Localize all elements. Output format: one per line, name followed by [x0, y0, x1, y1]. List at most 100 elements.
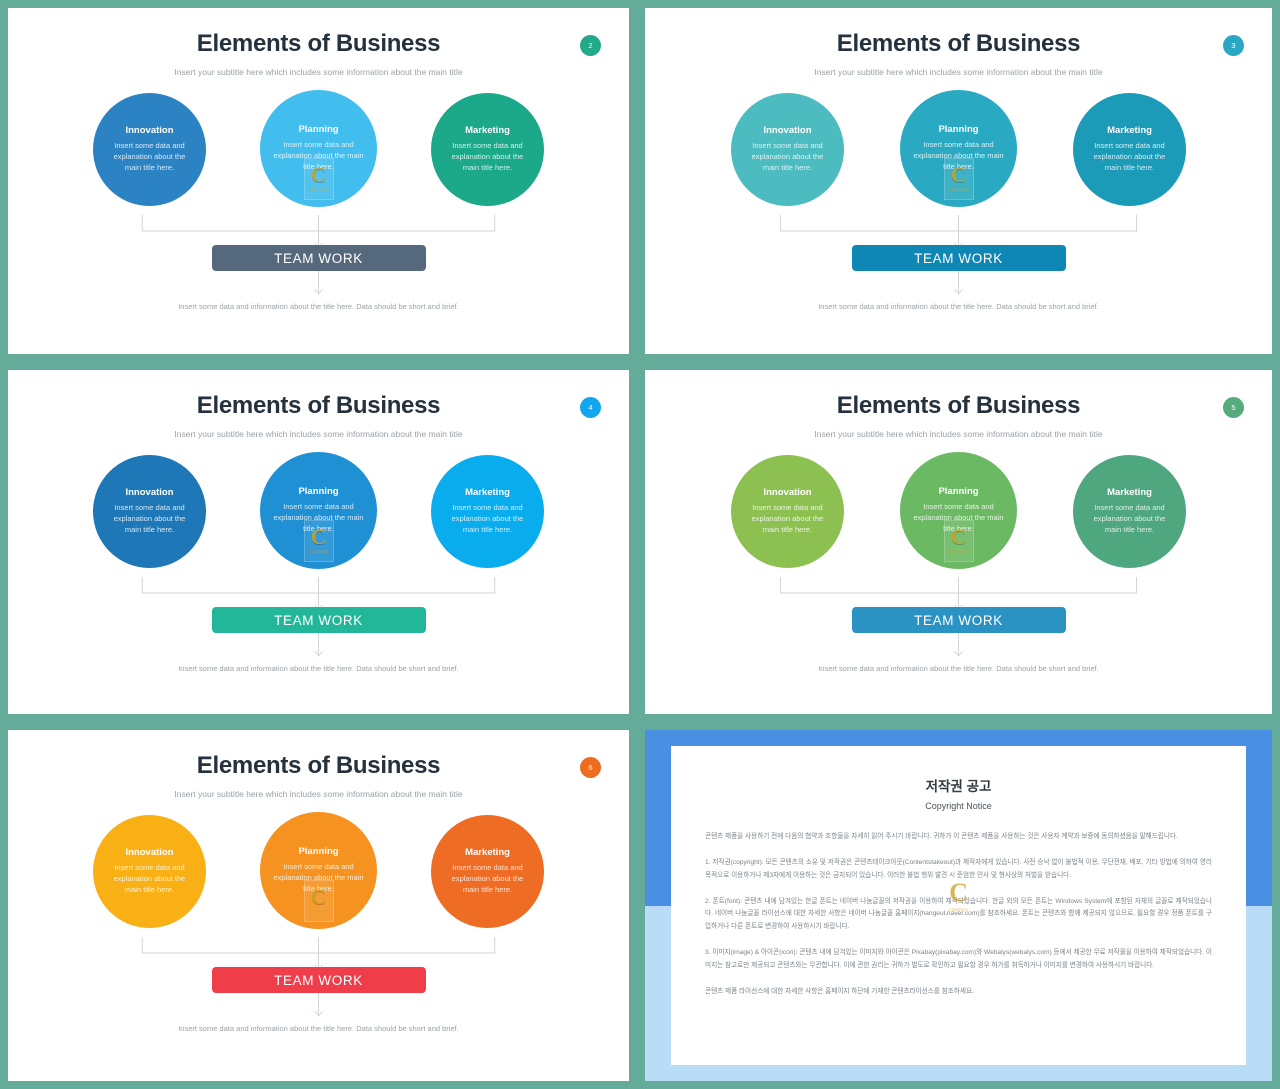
slide-cell-4[interactable]: Elements of Business Insert your subtitl…	[0, 362, 637, 722]
teamwork-bar-wrap: TEAM WORK	[645, 245, 1272, 271]
watermark-sublabel: CONTENTS	[308, 188, 329, 193]
teamwork-bar-wrap: TEAM WORK	[645, 607, 1272, 633]
copyright-paragraph-4: 3. 이미지(image) & 아이콘(icon): 콘텐츠 내에 담겨있는 이…	[705, 949, 1212, 969]
teamwork-button[interactable]: TEAM WORK	[211, 607, 426, 633]
bottom-note: Insert some data and information about t…	[178, 302, 459, 311]
copyright-subtitle: Copyright Notice	[925, 801, 992, 811]
circle-title: Planning	[298, 486, 339, 498]
page-number-badge: 4	[580, 397, 601, 418]
circle-title: Marketing	[1107, 125, 1152, 137]
circle-description: Insert some data and explanation about t…	[273, 862, 364, 893]
circle-title: Planning	[298, 124, 339, 136]
page-title: Elements of Business	[196, 392, 441, 419]
page-subtitle: Insert your subtitle here which includes…	[814, 429, 1103, 439]
circle-description: Insert some data and explanation about t…	[751, 141, 824, 172]
teamwork-button[interactable]: TEAM WORK	[211, 245, 426, 271]
circle-item-planning[interactable]: Planning Insert some data and explanatio…	[260, 90, 377, 207]
circle-item-marketing[interactable]: Marketing Insert some data and explanati…	[431, 455, 544, 568]
watermark-letter-icon: C	[949, 877, 968, 907]
slide[interactable]: Elements of Business Insert your subtitl…	[8, 8, 629, 354]
slide[interactable]: Elements of Business Insert your subtitl…	[645, 370, 1272, 714]
page-number-badge: 3	[1223, 35, 1244, 56]
teamwork-bar-wrap: TEAM WORK	[8, 245, 629, 271]
circles-row: Innovation Insert some data and explanat…	[8, 452, 629, 569]
circle-item-marketing[interactable]: Marketing Insert some data and explanati…	[431, 815, 544, 928]
circle-description: Insert some data and explanation about t…	[113, 141, 186, 172]
copyright-slide: 저작권 공고 Copyright Notice 콘텐츠 제품을 사용하기 전에 다음…	[645, 730, 1272, 1081]
circle-item-innovation[interactable]: Innovation Insert some data and explanat…	[731, 93, 844, 206]
circle-description: Insert some data and explanation about t…	[451, 141, 524, 172]
circle-description: Insert some data and explanation about t…	[273, 140, 364, 171]
copyright-slide-cell[interactable]: 저작권 공고 Copyright Notice 콘텐츠 제품을 사용하기 전에 다음…	[637, 722, 1280, 1089]
teamwork-button[interactable]: TEAM WORK	[211, 967, 426, 993]
teamwork-bar-wrap: TEAM WORK	[8, 607, 629, 633]
circle-title: Innovation	[763, 487, 812, 499]
slide-cell-5[interactable]: Elements of Business Insert your subtitl…	[637, 362, 1280, 722]
page-title: Elements of Business	[196, 30, 441, 57]
bottom-note: Insert some data and information about t…	[178, 664, 459, 673]
slide-deck-grid: Elements of Business Insert your subtitl…	[0, 0, 1280, 1089]
page-subtitle: Insert your subtitle here which includes…	[174, 429, 463, 439]
circles-row: Innovation Insert some data and explanat…	[8, 812, 629, 929]
connector-lines-lower	[8, 633, 629, 667]
teamwork-button[interactable]: TEAM WORK	[851, 245, 1066, 271]
circle-title: Planning	[938, 486, 979, 498]
connector-lines-lower	[645, 271, 1272, 305]
copyright-paper: 저작권 공고 Copyright Notice 콘텐츠 제품을 사용하기 전에 다음…	[671, 746, 1246, 1065]
bottom-note: Insert some data and information about t…	[818, 302, 1099, 311]
circle-item-planning[interactable]: Planning Insert some data and explanatio…	[260, 452, 377, 569]
slide[interactable]: Elements of Business Insert your subtitl…	[8, 370, 629, 714]
connector-lines-lower	[8, 993, 629, 1027]
circle-item-planning[interactable]: Planning Insert some data and explanatio…	[900, 90, 1017, 207]
circle-item-marketing[interactable]: Marketing Insert some data and explanati…	[1073, 455, 1186, 568]
watermark-sublabel: CONTENTS	[949, 907, 968, 912]
circle-description: Insert some data and explanation about t…	[273, 502, 364, 533]
slide[interactable]: Elements of Business Insert your subtitl…	[8, 730, 629, 1081]
circle-item-marketing[interactable]: Marketing Insert some data and explanati…	[1073, 93, 1186, 206]
circle-title: Marketing	[465, 125, 510, 137]
circle-description: Insert some data and explanation about t…	[913, 140, 1004, 171]
circle-title: Innovation	[125, 847, 174, 859]
slide-cell-6[interactable]: Elements of Business Insert your subtitl…	[0, 722, 637, 1089]
page-subtitle: Insert your subtitle here which includes…	[174, 67, 463, 77]
circle-item-innovation[interactable]: Innovation Insert some data and explanat…	[731, 455, 844, 568]
circle-description: Insert some data and explanation about t…	[1093, 141, 1166, 172]
circle-description: Insert some data and explanation about t…	[451, 863, 524, 894]
circle-description: Insert some data and explanation about t…	[113, 503, 186, 534]
circle-description: Insert some data and explanation about t…	[751, 503, 824, 534]
watermark-sublabel: CONTENTS	[948, 188, 969, 193]
page-title: Elements of Business	[196, 752, 441, 779]
circle-title: Innovation	[125, 125, 174, 137]
page-number-badge: 6	[580, 757, 601, 778]
slide-cell-3[interactable]: Elements of Business Insert your subtitl…	[637, 0, 1280, 362]
page-number-badge: 2	[580, 35, 601, 56]
circle-description: Insert some data and explanation about t…	[1093, 503, 1166, 534]
slide-cell-2[interactable]: Elements of Business Insert your subtitl…	[0, 0, 637, 362]
page-title: Elements of Business	[836, 30, 1081, 57]
circle-item-marketing[interactable]: Marketing Insert some data and explanati…	[431, 93, 544, 206]
circle-item-innovation[interactable]: Innovation Insert some data and explanat…	[93, 815, 206, 928]
circles-row: Innovation Insert some data and explanat…	[645, 90, 1272, 207]
circle-title: Planning	[298, 846, 339, 858]
watermark-sublabel: CONTENTS	[308, 550, 329, 555]
copyright-title: 저작권 공고	[925, 779, 992, 794]
slide[interactable]: Elements of Business Insert your subtitl…	[645, 8, 1272, 354]
bottom-note: Insert some data and information about t…	[818, 664, 1099, 673]
teamwork-bar-wrap: TEAM WORK	[8, 967, 629, 993]
contents-watermark-logo: C CONTENTS	[942, 873, 976, 919]
copyright-paragraph-5: 콘텐츠 제품 라이선스에 대한 자세한 사항은 홈페이지 하단에 기재한 콘텐츠…	[705, 987, 974, 995]
circle-item-innovation[interactable]: Innovation Insert some data and explanat…	[93, 455, 206, 568]
page-title: Elements of Business	[836, 392, 1081, 419]
circles-row: Innovation Insert some data and explanat…	[645, 452, 1272, 569]
page-number-badge: 5	[1223, 397, 1244, 418]
circles-row: Innovation Insert some data and explanat…	[8, 90, 629, 207]
watermark-sublabel: CONTENTS	[948, 550, 969, 555]
circle-description: Insert some data and explanation about t…	[113, 863, 186, 894]
circle-item-innovation[interactable]: Innovation Insert some data and explanat…	[93, 93, 206, 206]
circle-item-planning[interactable]: Planning Insert some data and explanatio…	[260, 812, 377, 929]
teamwork-button[interactable]: TEAM WORK	[851, 607, 1066, 633]
connector-lines-lower	[645, 633, 1272, 667]
circle-title: Marketing	[465, 847, 510, 859]
circle-item-planning[interactable]: Planning Insert some data and explanatio…	[900, 452, 1017, 569]
page-subtitle: Insert your subtitle here which includes…	[814, 67, 1103, 77]
